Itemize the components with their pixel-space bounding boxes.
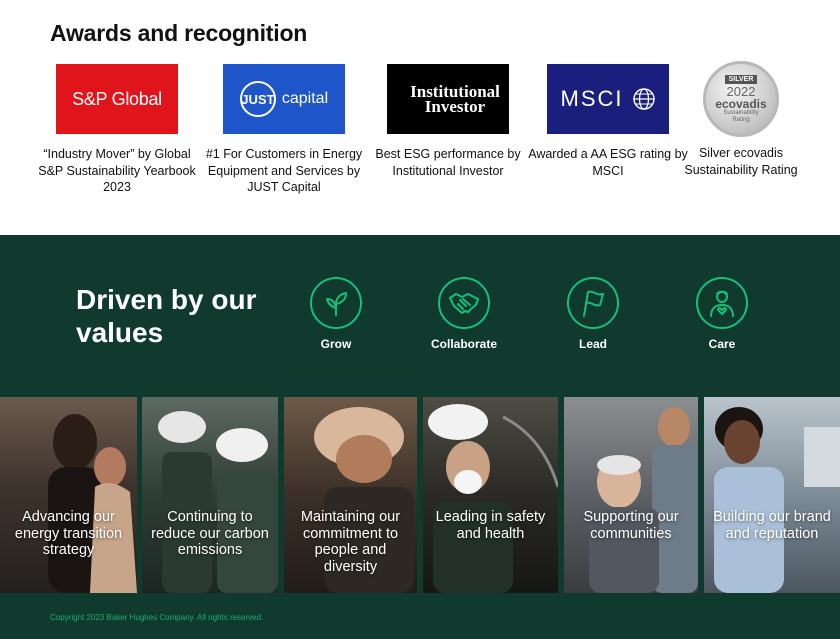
photo-tile-safety-health: Leading in safety and health xyxy=(423,397,558,593)
ecovadis-name: ecovadis xyxy=(715,96,767,111)
ii-logo-line2: Investor xyxy=(424,97,486,116)
photo-tile-carbon-emissions: Continuing to reduce our carbon emission… xyxy=(142,397,278,593)
handshake-icon xyxy=(438,277,490,329)
globe-icon xyxy=(632,88,655,110)
value-collaborate: Collaborate xyxy=(414,277,514,351)
ecovadis-sub2: Rating xyxy=(732,116,750,123)
awards-title: Awards and recognition xyxy=(50,20,308,46)
award-caption: #1 For Customers in Energy Equipment and… xyxy=(205,147,363,194)
msci-logo: MSCI xyxy=(547,64,669,134)
ecovadis-sub1: Sustainability xyxy=(723,109,759,116)
value-grow: Grow xyxy=(286,277,386,351)
photo-tile-brand-reputation: Building our brand and reputation xyxy=(704,397,840,593)
community-photo-icon xyxy=(589,407,698,593)
tile-text: Supporting our communities xyxy=(583,509,679,542)
just-mark: JUST xyxy=(239,81,276,117)
photo-tile-energy-transition: Advancing our energy transition strategy xyxy=(0,397,137,593)
award-institutional-investor: Institutional Investor Best ESG performa… xyxy=(368,64,528,179)
award-caption: Silver ecovadis Sustainability Rating xyxy=(684,146,798,177)
values-section: Driven by our values Grow Collaborate Le… xyxy=(0,235,840,639)
tile-text: Continuing to reduce our carbon emission… xyxy=(151,509,269,558)
ecovadis-silver-label: SILVER xyxy=(724,74,758,84)
presenter-photo-icon xyxy=(714,407,840,593)
institutional-investor-logo: Institutional Investor xyxy=(387,64,509,134)
person-heart-icon xyxy=(696,277,748,329)
ecovadis-year: 2022 xyxy=(726,83,756,99)
value-lead: Lead xyxy=(543,277,643,351)
flag-icon xyxy=(567,277,619,329)
award-caption: “Industry Mover” by Global S&P Sustainab… xyxy=(38,147,196,194)
copyright-text: Copyright 2023 Baker Hughes Company. All… xyxy=(50,613,264,622)
values-title: Driven by our values xyxy=(76,284,257,348)
sp-global-logo-text: S&P Global xyxy=(72,88,162,109)
value-label: Lead xyxy=(578,337,607,351)
just-capital-logo-text: capital xyxy=(281,90,329,107)
sp-global-logo: S&P Global xyxy=(56,64,178,134)
value-label: Grow xyxy=(320,337,352,351)
value-care: Care xyxy=(672,277,772,351)
workers-photo-icon xyxy=(158,411,278,593)
award-sp-global: S&P Global “Industry Mover” by Global S&… xyxy=(37,64,197,196)
sprout-icon xyxy=(310,277,362,329)
award-caption: Best ESG performance by Institutional In… xyxy=(375,147,521,178)
value-label: Care xyxy=(708,337,736,351)
tile-text: Maintaining our commitment to people and… xyxy=(300,509,401,575)
tile-text: Advancing our energy transition strategy xyxy=(14,509,123,558)
safety-worker-photo-icon xyxy=(428,404,558,593)
award-ecovadis: SILVER 2022 ecovadis Sustainability Rati… xyxy=(661,61,821,178)
awards-section: Awards and recognition S&P Global “Indus… xyxy=(0,0,840,235)
tile-text: Leading in safety and health xyxy=(435,509,546,542)
award-just-capital: JUST capital #1 For Customers in Energy … xyxy=(204,64,364,196)
photo-tile-people-diversity: Maintaining our commitment to people and… xyxy=(284,397,417,593)
photo-tile-communities: Supporting our communities xyxy=(564,397,698,593)
ecovadis-medal: SILVER 2022 ecovadis Sustainability Rati… xyxy=(703,61,779,137)
msci-logo-text: MSCI xyxy=(560,86,624,111)
people-photo-icon xyxy=(48,414,137,593)
tile-text: Building our brand and reputation xyxy=(713,509,831,542)
just-capital-logo: JUST capital xyxy=(223,64,345,134)
value-label: Collaborate xyxy=(430,337,497,351)
